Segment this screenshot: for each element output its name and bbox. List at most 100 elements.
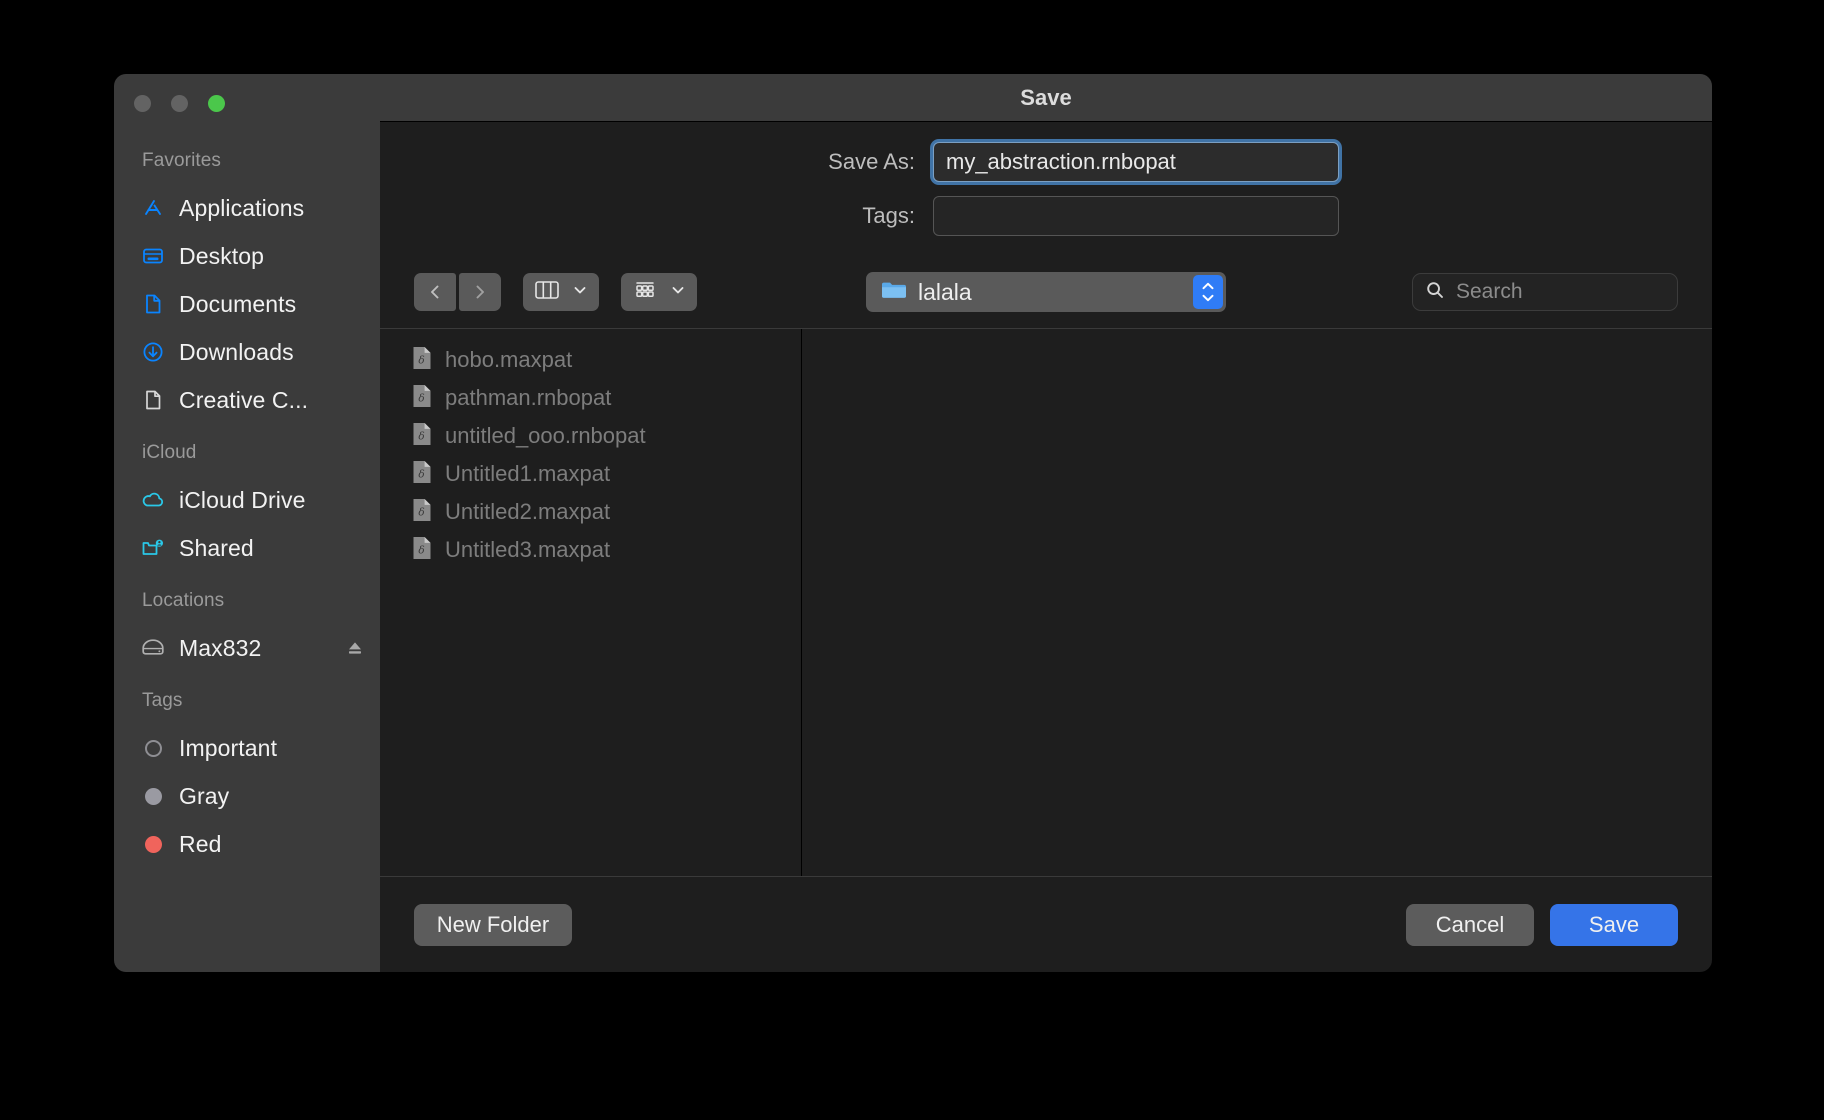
- list-item[interactable]: δ Untitled1.maxpat: [380, 455, 801, 493]
- tags-row: Tags:: [380, 196, 1712, 236]
- file-name-label: untitled_ooo.rnbopat: [445, 423, 646, 448]
- sidebar-item-applications[interactable]: Applications: [114, 184, 380, 232]
- sidebar-section-favorites: Favorites: [142, 150, 222, 171]
- dialog-bottom-bar: New Folder Cancel Save: [380, 876, 1712, 972]
- sidebar-item-desktop[interactable]: Desktop: [114, 232, 380, 280]
- sidebar-item-tag-important[interactable]: Important: [114, 724, 380, 772]
- page-title: Save: [1020, 84, 1072, 110]
- sidebar-item-label: Important: [179, 734, 278, 761]
- sidebar-item-tag-red[interactable]: Red: [114, 820, 380, 868]
- patch-file-icon: δ: [410, 459, 434, 490]
- sidebar-item-downloads[interactable]: Downloads: [114, 328, 380, 376]
- stepper-updown-icon[interactable]: [1193, 275, 1223, 309]
- sidebar: Favorites Applications Desktop Documents…: [114, 74, 380, 972]
- desktop-icon: [140, 243, 166, 269]
- file-name-label: Untitled2.maxpat: [445, 499, 611, 524]
- save-as-input[interactable]: my_abstraction.rnbopat: [933, 142, 1339, 182]
- documents-icon: [140, 291, 166, 317]
- group-by-icon: [632, 279, 658, 306]
- current-folder-label: lalala: [918, 278, 972, 305]
- tags-input[interactable]: [933, 196, 1339, 236]
- chevron-down-icon: [572, 282, 588, 303]
- group-by-popup[interactable]: [621, 273, 697, 311]
- sidebar-item-label: Desktop: [179, 242, 265, 269]
- patch-file-icon: δ: [410, 535, 434, 566]
- file-browser: δ hobo.maxpat δ pathman.rnbopat δ untitl…: [380, 328, 1712, 876]
- shared-folder-icon: [140, 535, 166, 561]
- folder-icon: [880, 278, 908, 307]
- svg-text:δ: δ: [418, 354, 424, 366]
- zoom-window-button[interactable]: [208, 95, 225, 112]
- view-mode-popup[interactable]: [523, 273, 599, 311]
- svg-text:δ: δ: [418, 430, 424, 442]
- search-input[interactable]: Search: [1412, 273, 1678, 311]
- back-button[interactable]: [414, 273, 456, 311]
- tag-dot-hollow-icon: [140, 735, 166, 761]
- sidebar-item-label: Documents: [179, 290, 297, 317]
- patch-file-icon: δ: [410, 383, 434, 414]
- chevron-down-icon: [670, 282, 686, 303]
- search-placeholder: Search: [1456, 280, 1523, 303]
- list-item[interactable]: δ untitled_ooo.rnbopat: [380, 417, 801, 455]
- column-view-icon: [534, 279, 560, 306]
- sidebar-item-label: Max832: [179, 634, 262, 661]
- svg-text:δ: δ: [418, 544, 424, 556]
- current-folder-popup[interactable]: lalala: [866, 272, 1226, 312]
- list-item[interactable]: δ Untitled3.maxpat: [380, 531, 801, 569]
- sidebar-item-icloud-drive[interactable]: iCloud Drive: [114, 476, 380, 524]
- patch-file-icon: δ: [410, 345, 434, 376]
- sidebar-item-label: iCloud Drive: [179, 486, 306, 513]
- search-icon: [1425, 280, 1445, 305]
- patch-file-icon: δ: [410, 421, 434, 452]
- traffic-lights: [134, 95, 225, 112]
- sidebar-item-documents[interactable]: Documents: [114, 280, 380, 328]
- cancel-button[interactable]: Cancel: [1406, 903, 1534, 946]
- tag-dot-red-icon: [140, 831, 166, 857]
- save-dialog-window: Favorites Applications Desktop Documents…: [114, 74, 1712, 972]
- eject-icon[interactable]: [344, 637, 366, 659]
- sidebar-item-label: Gray: [179, 782, 230, 809]
- list-item[interactable]: δ pathman.rnbopat: [380, 379, 801, 417]
- file-name-label: hobo.maxpat: [445, 347, 573, 372]
- file-name-label: Untitled1.maxpat: [445, 461, 611, 486]
- forward-button[interactable]: [459, 273, 501, 311]
- preview-column[interactable]: [802, 329, 1712, 876]
- save-button[interactable]: Save: [1550, 903, 1678, 946]
- list-item[interactable]: δ hobo.maxpat: [380, 341, 801, 379]
- sidebar-item-shared[interactable]: Shared: [114, 524, 380, 572]
- document-icon: [140, 387, 166, 413]
- sidebar-item-label: Creative C...: [179, 386, 309, 413]
- svg-text:δ: δ: [418, 392, 424, 404]
- svg-text:δ: δ: [418, 506, 424, 518]
- save-as-row: Save As: my_abstraction.rnbopat: [380, 142, 1712, 182]
- tags-label: Tags:: [862, 203, 915, 228]
- titlebar: Save: [380, 74, 1712, 122]
- name-fields-area: Save As: my_abstraction.rnbopat Tags:: [380, 122, 1712, 256]
- sidebar-item-label: Red: [179, 830, 222, 857]
- sidebar-section-tags: Tags: [142, 690, 183, 711]
- patch-file-icon: δ: [410, 497, 434, 528]
- minimize-window-button[interactable]: [171, 95, 188, 112]
- sidebar-item-label: Shared: [179, 534, 254, 561]
- sidebar-section-icloud: iCloud: [142, 442, 197, 463]
- tag-dot-gray-icon: [140, 783, 166, 809]
- file-list-column[interactable]: δ hobo.maxpat δ pathman.rnbopat δ untitl…: [380, 329, 802, 876]
- sidebar-item-max832[interactable]: Max832: [114, 624, 380, 672]
- sidebar-item-label: Applications: [179, 194, 305, 221]
- drive-icon: [140, 635, 166, 661]
- downloads-icon: [140, 339, 166, 365]
- applications-icon: [140, 195, 166, 221]
- sidebar-item-creative-cloud[interactable]: Creative C...: [114, 376, 380, 424]
- sidebar-item-label: Downloads: [179, 338, 294, 365]
- sidebar-section-locations: Locations: [142, 590, 225, 611]
- svg-text:δ: δ: [418, 468, 424, 480]
- toolbar: lalala Search: [380, 256, 1712, 328]
- list-item[interactable]: δ Untitled2.maxpat: [380, 493, 801, 531]
- sidebar-item-tag-gray[interactable]: Gray: [114, 772, 380, 820]
- new-folder-button[interactable]: New Folder: [414, 903, 572, 946]
- file-name-label: Untitled3.maxpat: [445, 537, 611, 562]
- file-name-label: pathman.rnbopat: [445, 385, 612, 410]
- close-window-button[interactable]: [134, 95, 151, 112]
- cloud-icon: [140, 487, 166, 513]
- save-as-label: Save As:: [828, 149, 915, 174]
